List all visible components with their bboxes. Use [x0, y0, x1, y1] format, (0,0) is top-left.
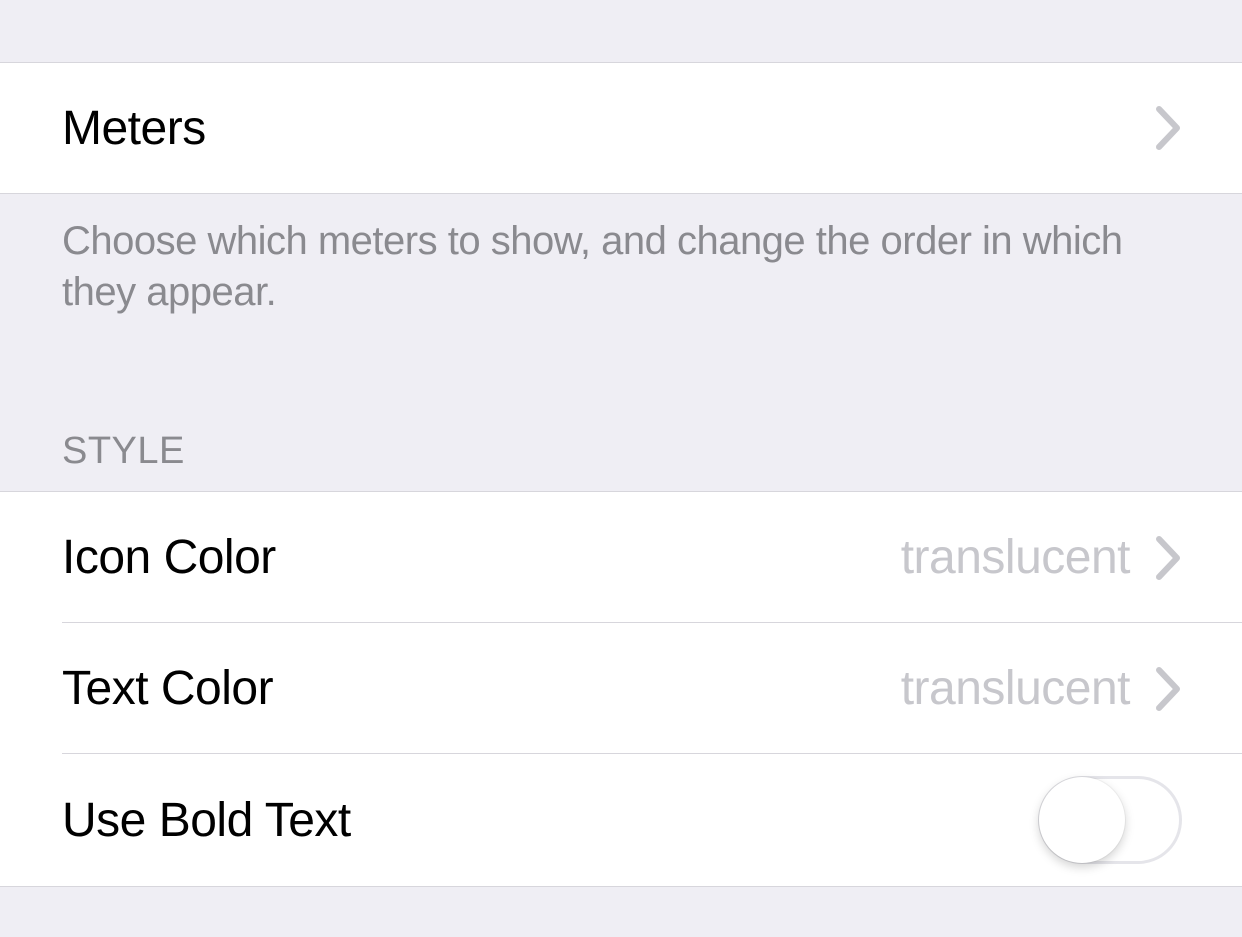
chevron-right-icon	[1156, 106, 1182, 150]
bold-text-row: Use Bold Text	[0, 754, 1242, 886]
meters-label: Meters	[62, 101, 206, 156]
bottom-spacer	[0, 887, 1242, 937]
chevron-right-icon	[1156, 667, 1182, 711]
bold-text-label: Use Bold Text	[62, 793, 351, 848]
top-spacer	[0, 0, 1242, 62]
meters-description: Choose which meters to show, and change …	[0, 194, 1242, 318]
text-color-right: translucent	[901, 661, 1182, 716]
bold-text-toggle[interactable]	[1038, 776, 1182, 864]
bold-text-right	[1038, 776, 1182, 864]
text-color-label: Text Color	[62, 661, 273, 716]
chevron-right-icon	[1156, 536, 1182, 580]
text-color-row[interactable]: Text Color translucent	[0, 623, 1242, 754]
icon-color-label: Icon Color	[62, 530, 276, 585]
style-section-header: STYLE	[0, 318, 1242, 491]
text-color-value: translucent	[901, 661, 1130, 716]
meters-section: Meters	[0, 62, 1242, 194]
icon-color-right: translucent	[901, 530, 1182, 585]
toggle-knob	[1039, 777, 1125, 863]
icon-color-row[interactable]: Icon Color translucent	[0, 492, 1242, 623]
meters-row-right	[1156, 106, 1182, 150]
icon-color-value: translucent	[901, 530, 1130, 585]
meters-row[interactable]: Meters	[0, 63, 1242, 193]
style-section: Icon Color translucent Text Color transl…	[0, 491, 1242, 887]
